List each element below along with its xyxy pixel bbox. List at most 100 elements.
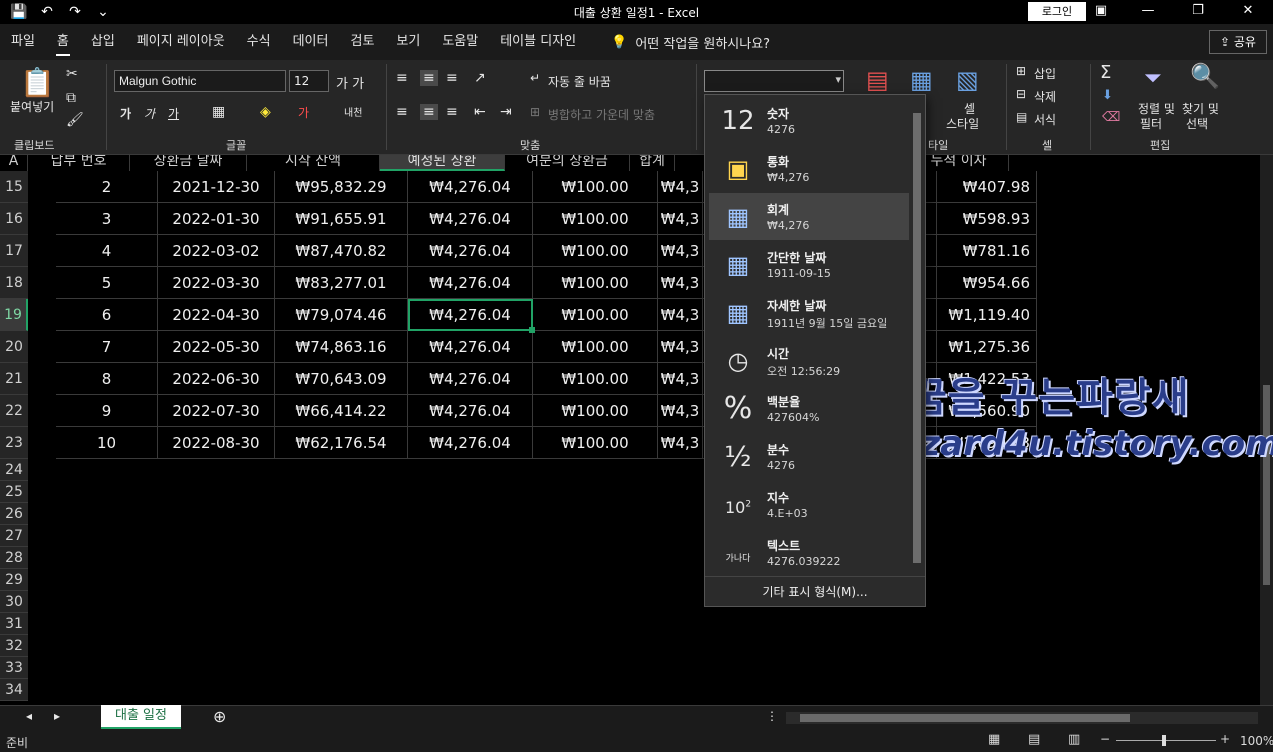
cell-styles-icon[interactable]: ▧ — [956, 66, 979, 94]
row-header[interactable]: 18 — [0, 267, 28, 299]
format-cells-icon[interactable]: ▤ — [1016, 110, 1027, 124]
table-cell[interactable] — [28, 171, 56, 203]
save-icon[interactable]: 💾 — [8, 4, 30, 20]
row-header[interactable]: 25 — [0, 481, 28, 503]
row-header[interactable]: 27 — [0, 525, 28, 547]
table-cell[interactable]: 2022-01-30 — [158, 203, 275, 235]
format-painter-icon[interactable]: 🖌 — [66, 112, 84, 128]
table-cell[interactable]: 2022-04-30 — [158, 299, 275, 331]
table-cell[interactable]: ₩598.93 — [937, 203, 1037, 235]
table-cell[interactable] — [28, 395, 56, 427]
row-header[interactable]: 34 — [0, 679, 28, 701]
table-cell[interactable]: ₩954.66 — [937, 267, 1037, 299]
row-header[interactable]: 30 — [0, 591, 28, 613]
table-cell[interactable]: ₩100.00 — [533, 235, 658, 267]
restore-icon[interactable]: ❐ — [1173, 0, 1223, 24]
row-header[interactable]: 29 — [0, 569, 28, 591]
table-cell[interactable]: 2022-05-30 — [158, 331, 275, 363]
table-cell[interactable]: ₩4,3 — [658, 203, 703, 235]
row-header[interactable]: 15 — [0, 171, 28, 203]
number-format-option[interactable]: 102 지수 4.E+03 — [709, 481, 909, 528]
more-number-formats[interactable]: 기타 표시 형식(M)... — [705, 576, 925, 606]
row-header[interactable]: 32 — [0, 635, 28, 657]
more-options-icon[interactable]: ⋮ — [766, 709, 778, 723]
align-top-icon[interactable]: ≡ — [396, 70, 408, 86]
delete-cells-button[interactable]: 삭제 — [1034, 88, 1056, 105]
row-header[interactable]: 16 — [0, 203, 28, 235]
zoom-in-icon[interactable]: + — [1220, 732, 1230, 746]
table-cell[interactable] — [28, 363, 56, 395]
table-cell[interactable]: 10 — [56, 427, 158, 459]
page-layout-view-icon[interactable]: ▤ — [1028, 732, 1040, 747]
column-header[interactable]: 합계 — [630, 155, 675, 171]
underline-icon[interactable]: 가 — [168, 105, 179, 122]
table-cell[interactable]: ₩100.00 — [533, 203, 658, 235]
number-format-option[interactable]: % 백분율 427604% — [709, 385, 909, 432]
table-cell[interactable]: ₩4,276.04 — [408, 171, 533, 203]
tab-8[interactable]: 도움말 — [431, 24, 489, 60]
zoom-level[interactable]: 100% — [1240, 734, 1273, 748]
align-center-icon[interactable]: ≡ — [420, 104, 438, 120]
table-cell[interactable]: ₩100.00 — [533, 363, 658, 395]
autosum-icon[interactable]: Σ — [1100, 62, 1111, 83]
font-name-box[interactable]: Malgun Gothic — [114, 70, 286, 92]
table-cell[interactable]: ₩100.00 — [533, 171, 658, 203]
table-cell[interactable]: 2022-06-30 — [158, 363, 275, 395]
column-header[interactable]: 예정된 상환 — [380, 155, 505, 171]
customize-qat-icon[interactable]: ⌄ — [92, 4, 114, 20]
table-cell[interactable]: ₩79,074.46 — [275, 299, 408, 331]
copy-icon[interactable]: ⧉ — [66, 90, 76, 106]
format-as-table-icon[interactable]: ▦ — [910, 66, 933, 94]
table-cell[interactable]: 2022-07-30 — [158, 395, 275, 427]
table-cell[interactable] — [28, 331, 56, 363]
table-cell[interactable]: ₩4,3 — [658, 235, 703, 267]
page-break-view-icon[interactable]: ▥ — [1068, 732, 1080, 747]
table-cell[interactable]: ₩100.00 — [533, 299, 658, 331]
table-cell[interactable]: 4 — [56, 235, 158, 267]
table-cell[interactable] — [28, 235, 56, 267]
table-cell[interactable]: 7 — [56, 331, 158, 363]
bold-icon[interactable]: 가 — [120, 105, 131, 122]
column-header[interactable]: A — [0, 155, 28, 171]
row-header[interactable]: 31 — [0, 613, 28, 635]
table-cell[interactable]: 2 — [56, 171, 158, 203]
table-cell[interactable]: ₩4,276.04 — [408, 235, 533, 267]
table-cell[interactable]: ₩4,276.04 — [408, 267, 533, 299]
normal-view-icon[interactable]: ▦ — [988, 732, 1000, 747]
tab-0[interactable]: 파일 — [0, 24, 46, 60]
number-format-option[interactable]: ▦ 간단한 날짜 1911-09-15 — [709, 241, 909, 288]
table-cell[interactable]: ₩4,276.04 — [408, 395, 533, 427]
table-cell[interactable]: 2022-03-02 — [158, 235, 275, 267]
wrap-text-button[interactable]: 자동 줄 바꿈 — [548, 73, 611, 90]
align-right-icon[interactable]: ≡ — [446, 104, 458, 120]
clear-icon[interactable]: ⌫ — [1102, 110, 1120, 125]
dropdown-scrollbar[interactable] — [911, 99, 923, 571]
table-cell[interactable] — [28, 267, 56, 299]
row-header[interactable]: 26 — [0, 503, 28, 525]
table-cell[interactable]: ₩4,276.04 — [408, 203, 533, 235]
table-cell[interactable]: ₩781.16 — [937, 235, 1037, 267]
scroll-thumb[interactable] — [800, 714, 1130, 722]
sort-filter-icon[interactable]: ⏷ — [1144, 66, 1162, 91]
table-cell[interactable]: ₩83,277.01 — [275, 267, 408, 299]
align-left-icon[interactable]: ≡ — [396, 104, 408, 120]
cut-icon[interactable]: ✂ — [66, 66, 78, 82]
table-cell[interactable]: ₩4,3 — [658, 267, 703, 299]
table-cell[interactable]: 2021-12-30 — [158, 171, 275, 203]
scroll-thumb[interactable] — [1263, 385, 1270, 585]
table-cell[interactable]: ₩4,276.04 — [408, 363, 533, 395]
fill-color-icon[interactable]: ◈ — [260, 104, 271, 120]
tab-9[interactable]: 테이블 디자인 — [489, 24, 587, 60]
sort-filter-label2[interactable]: 필터 — [1140, 115, 1162, 132]
number-format-box[interactable] — [704, 70, 844, 92]
row-header[interactable]: 21 — [0, 363, 28, 395]
tab-4[interactable]: 수식 — [236, 24, 282, 60]
number-format-option[interactable]: 12 숫자 4276 — [709, 97, 909, 144]
tab-5[interactable]: 데이터 — [282, 24, 340, 60]
table-cell[interactable]: ₩1,119.40 — [937, 299, 1037, 331]
tab-3[interactable]: 페이지 레이아웃 — [126, 24, 236, 60]
horizontal-scrollbar[interactable] — [786, 712, 1258, 724]
zoom-out-icon[interactable]: − — [1100, 732, 1110, 746]
zoom-slider-thumb[interactable] — [1162, 735, 1166, 746]
ribbon-display-options-icon[interactable]: ▣ — [1079, 0, 1123, 24]
